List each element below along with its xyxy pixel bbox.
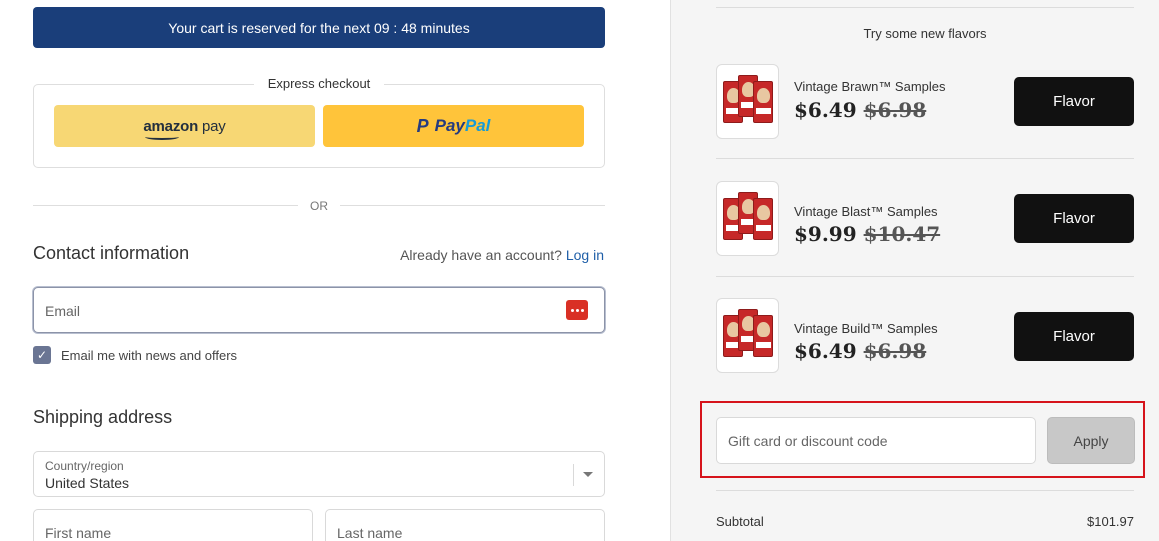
discount-section-highlight: Gift card or discount code Apply — [700, 401, 1145, 478]
product-price: $6.49 $6.98 — [794, 339, 927, 363]
email-field[interactable]: Email — [33, 287, 605, 333]
or-label: OR — [310, 199, 328, 213]
paypal-p-icon: P — [416, 115, 429, 136]
chevron-down-icon — [583, 472, 593, 477]
last-name-field[interactable]: Last name — [325, 509, 605, 541]
country-label: Country/region — [45, 459, 124, 473]
product-thumbnail — [716, 181, 779, 256]
product-price: $9.99 $10.47 — [794, 222, 941, 246]
upsell-product: Vintage Blast™ Samples $9.99 $10.47 Flav… — [716, 181, 1134, 257]
email-placeholder: Email — [45, 303, 81, 319]
amazon-pay-logo: amazon pay — [143, 118, 226, 140]
shipping-title: Shipping address — [33, 407, 173, 427]
login-prompt: Already have an account? Log in — [400, 247, 604, 263]
order-summary-sidebar: Try some new flavors Vintage Brawn™ Samp… — [670, 0, 1159, 541]
product-name: Vintage Blast™ Samples — [794, 204, 938, 219]
paypal-button[interactable]: P PayPal — [323, 105, 584, 147]
subtotal-amount: $101.97 — [1087, 514, 1134, 529]
newsletter-row: ✓ Email me with news and offers — [33, 346, 237, 364]
amazon-smile-icon — [145, 134, 180, 140]
contact-title: Contact information — [33, 243, 190, 263]
newsletter-checkbox[interactable]: ✓ — [33, 346, 51, 364]
discount-placeholder: Gift card or discount code — [728, 433, 888, 449]
express-checkout-title: Express checkout — [253, 76, 385, 91]
product-thumbnail — [716, 298, 779, 373]
upsell-title: Try some new flavors — [863, 26, 987, 41]
compare-price: $10.47 — [863, 222, 941, 246]
checkout-main: Your cart is reserved for the next 09 : … — [0, 0, 670, 541]
upsell-product: Vintage Build™ Samples $6.49 $6.98 Flavo… — [716, 298, 1134, 374]
compare-price: $6.98 — [863, 98, 927, 122]
express-checkout-panel: Express checkout amazon pay P PayPal — [33, 76, 605, 168]
product-name: Vintage Build™ Samples — [794, 321, 938, 336]
upsell-product: Vintage Brawn™ Samples $6.49 $6.98 Flavo… — [716, 64, 1134, 140]
country-value: United States — [45, 475, 130, 491]
password-manager-icon[interactable] — [566, 300, 588, 320]
add-flavor-button[interactable]: Flavor — [1014, 77, 1134, 126]
compare-price: $6.98 — [863, 339, 927, 363]
product-name: Vintage Brawn™ Samples — [794, 79, 946, 94]
product-price: $6.49 $6.98 — [794, 98, 927, 122]
discount-code-input[interactable]: Gift card or discount code — [716, 417, 1036, 464]
subtotal-row: Subtotal $101.97 — [716, 514, 1134, 529]
cart-timer-banner: Your cart is reserved for the next 09 : … — [33, 7, 605, 48]
product-thumbnail — [716, 64, 779, 139]
cart-timer-text: Your cart is reserved for the next 09 : … — [168, 19, 470, 36]
newsletter-label: Email me with news and offers — [61, 347, 238, 363]
add-flavor-button[interactable]: Flavor — [1014, 312, 1134, 361]
country-select[interactable]: Country/region United States — [33, 451, 605, 497]
or-divider: OR — [33, 198, 605, 214]
add-flavor-button[interactable]: Flavor — [1014, 194, 1134, 243]
paypal-logo: P PayPal — [416, 115, 491, 136]
subtotal-label: Subtotal — [716, 514, 764, 529]
login-link[interactable]: Log in — [566, 247, 604, 263]
amazon-pay-button[interactable]: amazon pay — [54, 105, 315, 147]
apply-discount-button[interactable]: Apply — [1047, 417, 1135, 464]
first-name-field[interactable]: First name — [33, 509, 313, 541]
